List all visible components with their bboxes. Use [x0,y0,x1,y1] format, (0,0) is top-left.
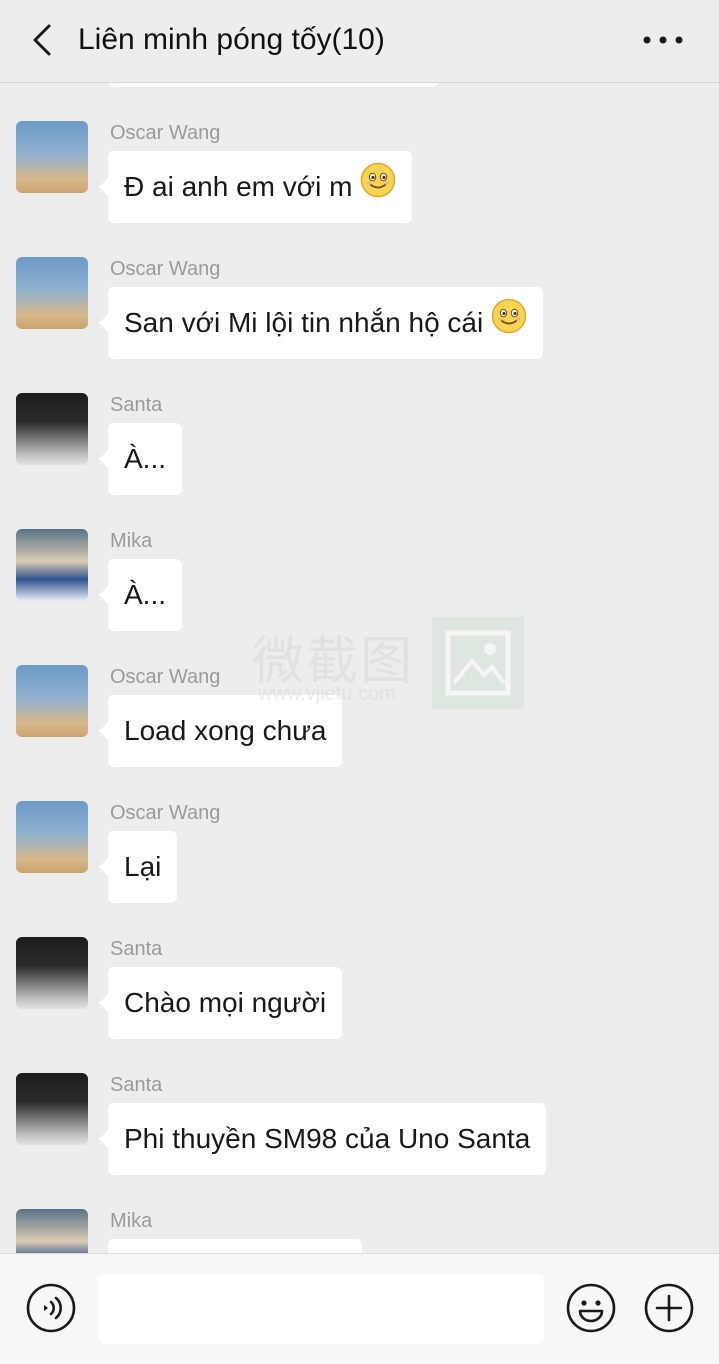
avatar[interactable] [16,257,88,329]
sender-name: Oscar Wang [110,666,221,688]
message-bubble[interactable] [108,1239,362,1253]
message-row: Santa Phi thuyền SM98 của Uno Santa [16,1073,706,1183]
message-row: Oscar Wang Đ ai anh em với m [16,121,706,231]
avatar[interactable] [16,529,88,601]
message-bubble[interactable]: Đ ai anh em với m [98,151,413,225]
message-bubble[interactable]: Lại [98,831,178,903]
sender-name: Santa [110,938,163,960]
message-bubble[interactable]: Load xong chưa [98,695,343,767]
message-row: Oscar Wang San với Mi lội tin nhắn hộ cái [16,257,706,367]
sender-name: Oscar Wang [110,802,221,824]
emoji-button[interactable] [566,1283,616,1333]
sender-name: Oscar Wang [110,258,221,280]
message-bubble[interactable]: Phi thuyền SM98 của Uno Santa [98,1103,547,1175]
sender-name: Mika [110,1210,153,1232]
message-row: Oscar Wang Load xong chưa [16,665,706,775]
sender-name: Mika [110,530,153,552]
chat-title: Liên minh póng tốy(10) [78,23,385,56]
message-bubble[interactable]: À... [98,559,183,631]
message-row: Oscar Wang Lại [16,801,706,911]
chat-header: Liên minh póng tốy(10) [0,0,719,83]
message-row: Mika À... [16,529,706,639]
message-text: Phi thuyền SM98 của Uno Santa [124,1123,531,1154]
sender-name: Santa [110,1074,163,1096]
voice-icon [26,1283,76,1333]
message-text: Lại [124,851,162,882]
chevron-left-icon [33,24,51,56]
partial-previous-bubble [108,83,438,87]
voice-button[interactable] [26,1283,76,1333]
back-button[interactable] [22,18,62,62]
message-bubble[interactable]: San với Mi lội tin nhắn hộ cái [98,287,544,361]
message-input[interactable] [98,1274,544,1344]
avatar[interactable] [16,801,88,873]
emoji-icon [566,1283,616,1333]
message-row: Santa Chào mọi người [16,937,706,1047]
message-bubble[interactable]: À... [98,423,183,495]
message-row: Santa À... [16,393,706,503]
message-bubble[interactable]: Chào mọi người [98,967,343,1039]
message-text: Load xong chưa [124,715,327,746]
plus-icon [644,1283,694,1333]
more-options-button[interactable] [636,22,690,58]
avatar[interactable] [16,937,88,1009]
sender-name: Oscar Wang [110,122,221,144]
message-text: Đ ai anh em với m [124,171,353,202]
smile-emoji-icon [491,289,527,361]
more-actions-button[interactable] [644,1283,694,1333]
message-row: Mika [16,1209,706,1253]
avatar[interactable] [16,1209,88,1253]
message-text: San với Mi lội tin nhắn hộ cái [124,307,484,338]
message-text: À... [124,443,167,474]
avatar[interactable] [16,1073,88,1145]
avatar[interactable] [16,665,88,737]
more-icon [643,36,683,44]
message-text: À... [124,579,167,610]
smile-emoji-icon [360,153,396,225]
chat-input-bar [0,1253,719,1364]
chat-message-list[interactable]: Oscar Wang Đ ai anh em với m Oscar Wang San… [0,83,719,1253]
sender-name: Santa [110,394,163,416]
avatar[interactable] [16,121,88,193]
message-text: Chào mọi người [124,987,327,1018]
avatar[interactable] [16,393,88,465]
